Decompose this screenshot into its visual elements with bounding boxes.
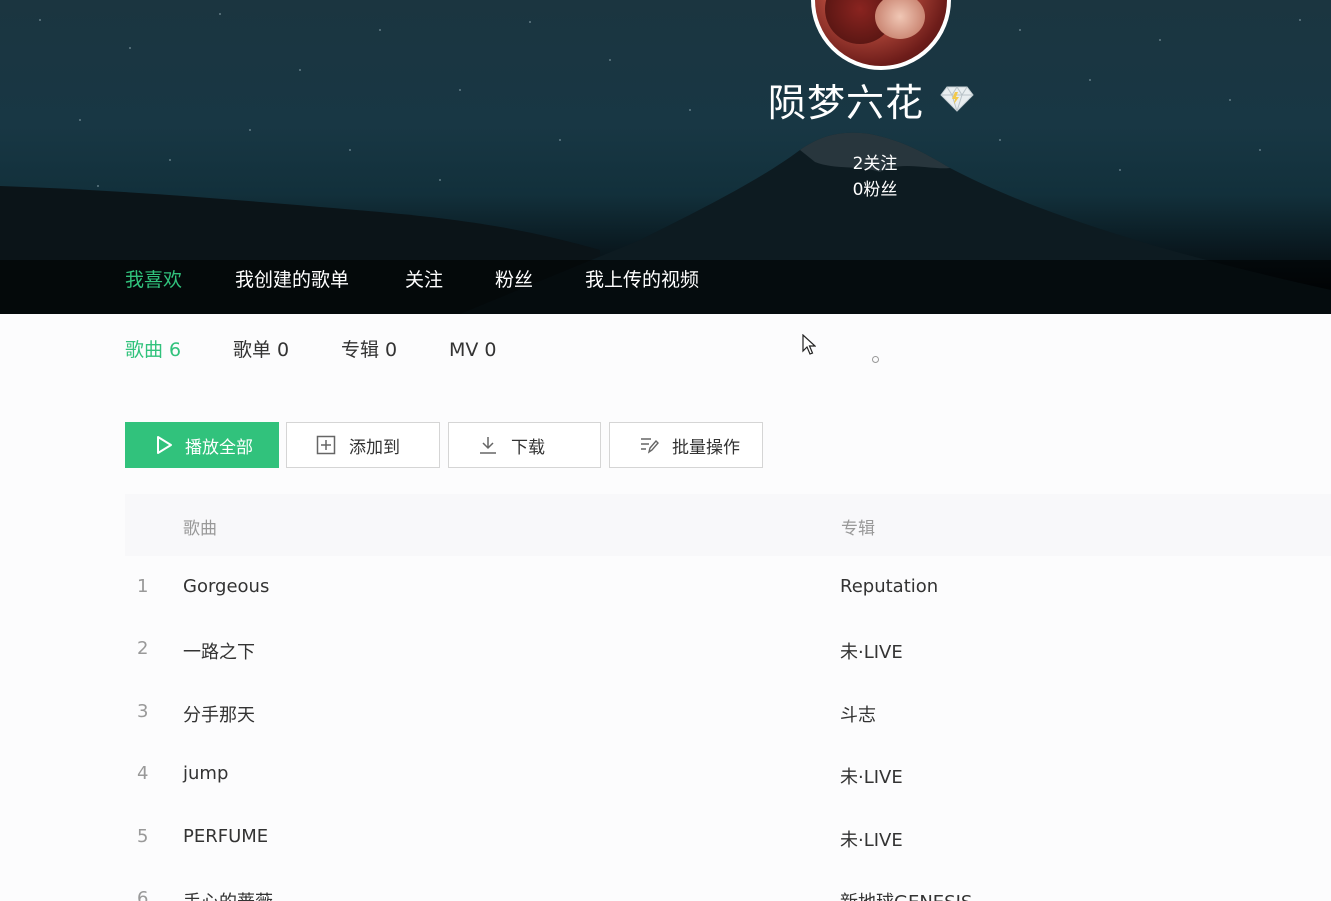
nav-item-fans[interactable]: 粉丝 [495, 262, 533, 298]
subtab-songs[interactable]: 歌曲 6 [125, 337, 181, 363]
row-number: 2 [137, 638, 149, 659]
play-all-label: 播放全部 [185, 437, 253, 458]
profile-header: 陨梦六花 2关注 0粉丝 我喜欢 我创建的歌单 关注 粉丝 我上传的视频 [0, 0, 1331, 314]
table-row[interactable]: 5 PERFUME 未·LIVE [125, 807, 1331, 869]
nav-item-uploaded-videos[interactable]: 我上传的视频 [585, 262, 699, 298]
play-all-button[interactable]: 播放全部 [125, 422, 279, 468]
album-name[interactable]: 未·LIVE [840, 638, 903, 664]
song-title[interactable]: Gorgeous [183, 576, 269, 597]
row-number: 4 [137, 763, 149, 784]
song-title[interactable]: 一路之下 [183, 638, 255, 664]
column-header-album: 专辑 [841, 519, 875, 539]
add-to-label: 添加到 [349, 437, 400, 458]
fans-count[interactable]: 0粉丝 [840, 175, 910, 200]
user-name: 陨梦六花 [768, 81, 925, 125]
album-name[interactable]: 斗志 [840, 701, 876, 727]
row-number: 3 [137, 701, 149, 722]
album-name[interactable]: 新地球GENESIS [840, 888, 972, 901]
row-number: 6 [137, 888, 149, 901]
song-title[interactable]: jump [183, 763, 228, 784]
nav-item-created-playlists[interactable]: 我创建的歌单 [235, 262, 349, 298]
song-title[interactable]: 手心的蔷薇 [183, 888, 273, 901]
subtab-label: 专辑 [341, 339, 380, 361]
song-title[interactable]: PERFUME [183, 826, 268, 847]
subtab-playlists[interactable]: 歌单 0 [233, 337, 289, 363]
batch-edit-icon [638, 434, 660, 456]
table-header: 歌曲 专辑 [125, 494, 1331, 556]
add-square-icon [315, 434, 337, 456]
row-number: 5 [137, 826, 149, 847]
nav-item-favorites[interactable]: 我喜欢 [125, 262, 182, 298]
nav-item-following[interactable]: 关注 [405, 262, 443, 298]
subtab-count: 0 [277, 339, 290, 361]
subtab-mv[interactable]: MV 0 [449, 337, 496, 363]
table-row[interactable]: 3 分手那天 斗志 [125, 682, 1331, 744]
following-count[interactable]: 2关注 [840, 149, 910, 174]
row-number: 1 [137, 576, 149, 597]
download-icon [477, 434, 499, 456]
stray-dot [872, 356, 879, 363]
mouse-cursor-icon [802, 334, 816, 355]
album-name[interactable]: 未·LIVE [840, 763, 903, 789]
subtab-label: 歌曲 [125, 339, 164, 361]
column-header-song: 歌曲 [183, 519, 217, 539]
subtab-label: MV [449, 339, 479, 361]
album-name[interactable]: Reputation [840, 576, 938, 597]
download-button[interactable]: 下载 [448, 422, 601, 468]
subtab-count: 6 [169, 339, 182, 361]
avatar-face [875, 0, 925, 39]
table-row[interactable]: 4 jump 未·LIVE [125, 744, 1331, 806]
subtab-label: 歌单 [233, 339, 272, 361]
play-icon [153, 434, 175, 456]
download-label: 下载 [511, 437, 545, 458]
subtab-count: 0 [484, 339, 497, 361]
batch-operation-button[interactable]: 批量操作 [609, 422, 763, 468]
subtab-albums[interactable]: 专辑 0 [341, 337, 397, 363]
add-to-button[interactable]: 添加到 [286, 422, 440, 468]
song-title[interactable]: 分手那天 [183, 701, 255, 727]
table-row[interactable]: 6 手心的蔷薇 新地球GENESIS [125, 869, 1331, 901]
diamond-vip-icon[interactable] [940, 84, 974, 112]
table-row[interactable]: 1 Gorgeous Reputation [125, 557, 1331, 619]
batch-operation-label: 批量操作 [672, 437, 740, 458]
subtab-count: 0 [385, 339, 398, 361]
table-row[interactable]: 2 一路之下 未·LIVE [125, 619, 1331, 681]
album-name[interactable]: 未·LIVE [840, 826, 903, 852]
